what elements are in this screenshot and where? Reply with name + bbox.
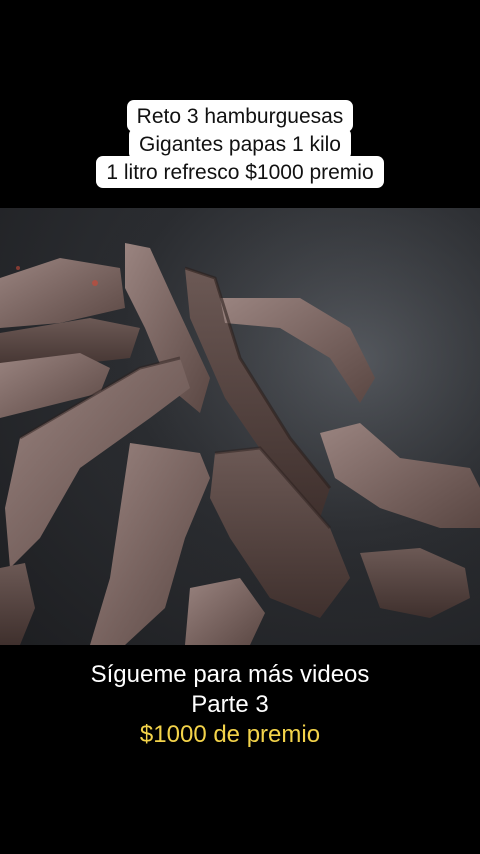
bottom-caption: Sígueme para más videos Parte 3 $1000 de… [0,660,460,750]
caption-line-3: 1 litro refresco $1000 premio [96,156,384,188]
part-text: Parte 3 [191,691,269,718]
video-frame[interactable] [0,208,480,645]
top-caption: Reto 3 hamburguesas Gigantes papas 1 kil… [0,100,480,188]
prize-text: $1000 de premio [139,721,321,748]
video-stage[interactable]: Reto 3 hamburguesas Gigantes papas 1 kil… [0,0,480,854]
follow-text: Sígueme para más videos [90,661,370,688]
meat-strips-image [0,208,480,645]
